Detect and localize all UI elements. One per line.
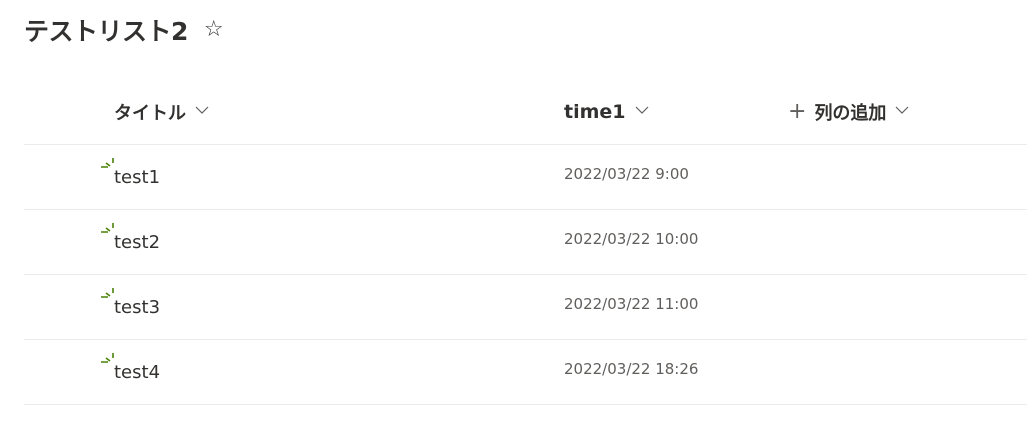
row-time1: 2022/03/22 10:00 bbox=[564, 230, 699, 248]
table-row[interactable]: test1 2022/03/22 9:00 bbox=[24, 145, 1027, 210]
row-time1: 2022/03/22 11:00 bbox=[564, 295, 699, 313]
page-title: テストリスト2 bbox=[24, 17, 188, 46]
chevron-down-icon bbox=[896, 106, 909, 114]
column-header-label: 列の追加 bbox=[814, 103, 887, 124]
column-header-row: タイトル time1 + 列の追加 bbox=[24, 92, 1027, 132]
star-outline-icon[interactable]: ☆ bbox=[204, 19, 224, 41]
row-title[interactable]: test3 bbox=[114, 297, 160, 318]
row-title-cell[interactable]: test1 bbox=[101, 158, 160, 188]
column-header-label: タイトル bbox=[114, 103, 186, 124]
row-title-cell[interactable]: test3 bbox=[101, 288, 160, 318]
row-title-cell[interactable]: test2 bbox=[101, 223, 160, 253]
column-header-time1[interactable]: time1 bbox=[564, 92, 650, 132]
column-header-label: time1 bbox=[564, 101, 626, 123]
add-column-button[interactable]: + 列の追加 bbox=[788, 92, 910, 132]
row-title[interactable]: test4 bbox=[114, 362, 160, 383]
list-rows: test1 2022/03/22 9:00 test2 2022/03/22 1… bbox=[24, 144, 1027, 405]
list-header: テストリスト2 ☆ bbox=[24, 12, 224, 48]
chevron-down-icon bbox=[195, 106, 209, 114]
plus-icon: + bbox=[788, 99, 807, 124]
table-row[interactable]: test3 2022/03/22 11:00 bbox=[24, 275, 1027, 340]
table-row[interactable]: test4 2022/03/22 18:26 bbox=[24, 340, 1027, 405]
table-row[interactable]: test2 2022/03/22 10:00 bbox=[24, 210, 1027, 275]
chevron-down-icon bbox=[635, 106, 648, 114]
row-title[interactable]: test2 bbox=[114, 232, 160, 253]
row-title[interactable]: test1 bbox=[114, 167, 160, 188]
row-title-cell[interactable]: test4 bbox=[101, 353, 160, 383]
column-header-title[interactable]: タイトル bbox=[114, 92, 210, 132]
row-time1: 2022/03/22 9:00 bbox=[564, 165, 689, 183]
row-time1: 2022/03/22 18:26 bbox=[564, 360, 699, 378]
